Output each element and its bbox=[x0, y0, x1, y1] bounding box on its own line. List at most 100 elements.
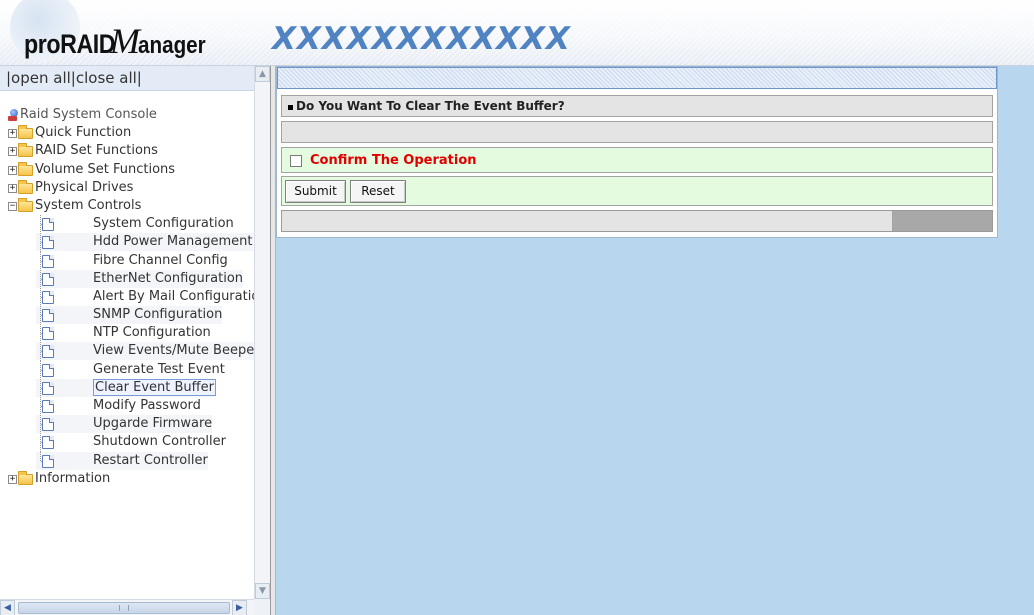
tree-item[interactable]: Hdd Power Management bbox=[8, 233, 254, 253]
tree-item[interactable]: Generate Test Event bbox=[8, 360, 254, 380]
button-row: Submit Reset bbox=[281, 176, 993, 206]
app-logo: proRAID M anager bbox=[24, 20, 217, 62]
tree-item[interactable]: View Events/Mute Beeper bbox=[8, 342, 260, 362]
tree-item[interactable]: Fibre Channel Config bbox=[8, 251, 254, 271]
header-banner: proRAID M anager XXXXXXXXXXXX bbox=[0, 0, 1034, 66]
folder-icon bbox=[18, 470, 33, 485]
close-all-link[interactable]: |close all| bbox=[71, 69, 142, 87]
question-text: Do You Want To Clear The Event Buffer? bbox=[296, 99, 565, 113]
panel-title-bar bbox=[277, 67, 997, 89]
scroll-right-icon[interactable]: ▶ bbox=[232, 600, 247, 615]
page-icon bbox=[42, 436, 54, 450]
tree-item-label-wrap: Hdd Power Management bbox=[36, 233, 253, 252]
tree-folder[interactable]: + Information bbox=[8, 470, 254, 488]
tree-item-label: SNMP Configuration bbox=[93, 307, 223, 323]
tree-item[interactable]: EtherNet Configuration bbox=[8, 269, 254, 289]
tree-vertical-scrollbar[interactable]: ▲ ▼ bbox=[254, 66, 270, 599]
tree-folder[interactable]: + RAID Set Functions bbox=[8, 142, 254, 160]
expand-icon[interactable]: + bbox=[8, 129, 17, 139]
expand-icon[interactable]: + bbox=[8, 147, 17, 157]
page-icon bbox=[42, 290, 54, 304]
collapse-icon[interactable]: − bbox=[8, 201, 17, 211]
folder-icon bbox=[18, 125, 33, 140]
tree-item-label: Upgarde Firmware bbox=[93, 416, 213, 432]
question-row: Do You Want To Clear The Event Buffer? bbox=[281, 95, 993, 117]
tree-item[interactable]: SNMP Configuration bbox=[8, 306, 254, 326]
open-all-link[interactable]: |open all bbox=[6, 69, 71, 87]
folder-icon bbox=[18, 143, 33, 158]
folder-icon bbox=[18, 179, 33, 194]
submit-button[interactable]: Submit bbox=[285, 180, 346, 203]
tree-item[interactable]: Upgarde Firmware bbox=[8, 415, 254, 435]
tree-folder[interactable]: − System Controls bbox=[8, 197, 254, 215]
tree-item-label: Hdd Power Management bbox=[93, 234, 253, 250]
tree-item[interactable]: System Configuration bbox=[8, 215, 254, 235]
page-icon bbox=[42, 218, 54, 232]
page-icon bbox=[42, 236, 54, 250]
expand-icon[interactable]: + bbox=[8, 474, 17, 484]
tree-item[interactable]: Shutdown Controller bbox=[8, 433, 254, 453]
tree-item-label-wrap: Modify Password bbox=[36, 397, 201, 415]
tree-item-label-wrap: EtherNet Configuration bbox=[36, 269, 244, 288]
tree-item[interactable]: NTP Configuration bbox=[8, 324, 254, 344]
tree-item-label: Generate Test Event bbox=[93, 361, 225, 377]
tree-item-label: View Events/Mute Beeper bbox=[93, 343, 260, 359]
logo-pro: proRAID bbox=[24, 29, 116, 59]
page-icon bbox=[42, 327, 54, 341]
tree-item-label-wrap: Clear Event Buffer bbox=[36, 378, 216, 397]
tree-item-label-wrap: Restart Controller bbox=[36, 451, 208, 470]
tree-item[interactable]: Alert By Mail Configuration bbox=[8, 287, 268, 307]
tree-item-label: EtherNet Configuration bbox=[93, 270, 244, 286]
tree-root[interactable]: Raid System Console bbox=[8, 106, 254, 124]
scroll-up-icon[interactable]: ▲ bbox=[255, 66, 270, 82]
page-icon bbox=[42, 454, 54, 468]
tree-item-label: Restart Controller bbox=[93, 452, 208, 468]
tree-horizontal-scrollbar[interactable]: ◀ ▶ bbox=[0, 599, 254, 615]
tree-item-label-wrap: Generate Test Event bbox=[36, 361, 225, 379]
scroll-left-icon[interactable]: ◀ bbox=[0, 600, 15, 615]
tree-item-label: NTP Configuration bbox=[93, 325, 211, 341]
scroll-down-icon[interactable]: ▼ bbox=[255, 583, 270, 599]
reset-button[interactable]: Reset bbox=[350, 180, 406, 203]
console-icon bbox=[8, 109, 19, 121]
page-icon bbox=[42, 381, 54, 395]
tree-item-label-wrap: Upgarde Firmware bbox=[36, 415, 213, 434]
tree-item-label: Shutdown Controller bbox=[93, 434, 226, 450]
tree-item-label: Fibre Channel Config bbox=[93, 252, 228, 268]
folder-icon bbox=[18, 161, 33, 176]
tree-folder[interactable]: + Physical Drives bbox=[8, 179, 254, 197]
bullet-icon bbox=[288, 105, 293, 110]
page-icon bbox=[42, 345, 54, 359]
tree-item-label-wrap: NTP Configuration bbox=[36, 324, 211, 342]
navigation-tree-pane: |open all|close all| Raid System Console… bbox=[0, 66, 270, 615]
tree-item[interactable]: Clear Event Buffer bbox=[8, 378, 254, 398]
blank-row bbox=[281, 121, 993, 143]
confirm-label: Confirm The Operation bbox=[310, 153, 477, 168]
scrollbar-corner bbox=[254, 599, 270, 615]
tree-folder-label: Volume Set Functions bbox=[35, 161, 176, 177]
expand-icon[interactable]: + bbox=[8, 165, 17, 175]
tree-folder[interactable]: + Volume Set Functions bbox=[8, 161, 254, 179]
tree-item[interactable]: Restart Controller bbox=[8, 451, 254, 470]
confirm-checkbox[interactable] bbox=[290, 155, 302, 167]
expand-icon[interactable]: + bbox=[8, 183, 17, 193]
tree-item-label-wrap: Shutdown Controller bbox=[36, 433, 226, 451]
tree-item[interactable]: Modify Password bbox=[8, 397, 254, 416]
horizontal-scroll-thumb[interactable] bbox=[18, 602, 230, 614]
content-pane: Do You Want To Clear The Event Buffer? C… bbox=[276, 66, 1034, 615]
progress-bar bbox=[281, 210, 993, 232]
page-icon bbox=[42, 363, 54, 377]
tree-root-label: Raid System Console bbox=[20, 107, 157, 122]
page-icon bbox=[42, 272, 54, 286]
tree-toolbar: |open all|close all| bbox=[0, 66, 254, 91]
logo-anager: anager bbox=[138, 32, 206, 59]
tree-item-label: Clear Event Buffer bbox=[93, 378, 216, 396]
page-icon bbox=[42, 254, 54, 268]
host-name: XXXXXXXXXXXX bbox=[272, 21, 571, 57]
confirm-row: Confirm The Operation bbox=[281, 147, 993, 173]
tree-item-label: Alert By Mail Configuration bbox=[93, 288, 268, 304]
page-icon bbox=[42, 400, 54, 413]
tree-item-label-wrap: System Configuration bbox=[36, 215, 234, 233]
tree-folder[interactable]: + Quick Function bbox=[8, 124, 254, 142]
tree-item-label: Modify Password bbox=[93, 398, 201, 413]
